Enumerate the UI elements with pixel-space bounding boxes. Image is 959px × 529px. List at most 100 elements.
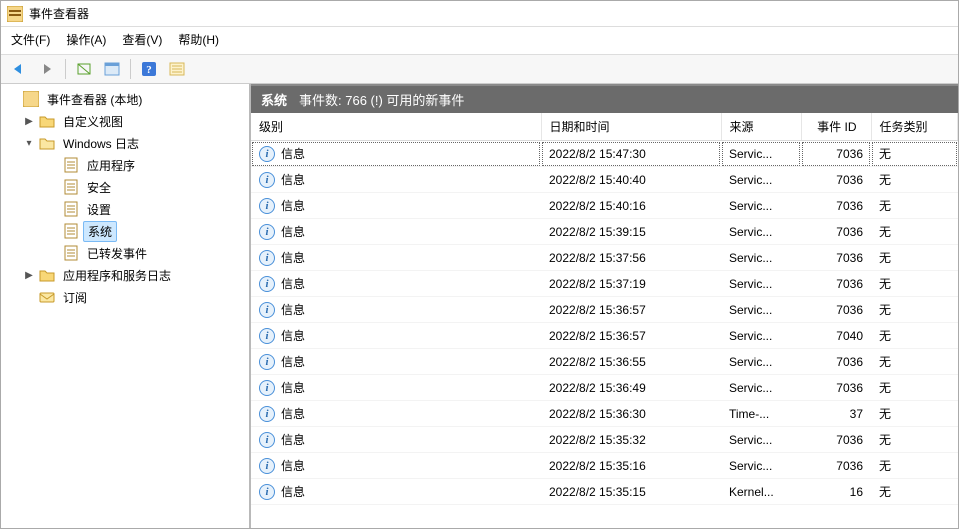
- table-row[interactable]: i信息2022/8/2 15:36:49Servic...7036无: [251, 375, 958, 401]
- info-icon: i: [259, 146, 275, 162]
- menu-action[interactable]: 操作(A): [66, 31, 106, 48]
- level-label: 信息: [281, 223, 305, 240]
- cell-datetime: 2022/8/2 15:37:19: [541, 271, 721, 297]
- menu-file[interactable]: 文件(F): [11, 31, 50, 48]
- table-row[interactable]: i信息2022/8/2 15:37:56Servic...7036无: [251, 245, 958, 271]
- cell-source: Servic...: [721, 323, 801, 349]
- col-level[interactable]: 级别: [251, 113, 541, 141]
- cell-task: 无: [871, 167, 958, 193]
- folder-icon: [39, 267, 55, 283]
- level-label: 信息: [281, 327, 305, 344]
- cell-task: 无: [871, 479, 958, 505]
- level-label: 信息: [281, 353, 305, 370]
- info-icon: i: [259, 302, 275, 318]
- tree-label: 设置: [83, 200, 115, 219]
- tree-label: 已转发事件: [83, 244, 151, 263]
- col-eventid[interactable]: 事件 ID: [801, 113, 871, 141]
- cell-source: Servic...: [721, 297, 801, 323]
- table-row[interactable]: i信息2022/8/2 15:47:30Servic...7036无: [251, 141, 958, 167]
- cell-eventid: 37: [801, 401, 871, 427]
- tree-app-service-logs[interactable]: ▶ 应用程序和服务日志: [3, 264, 247, 286]
- expander-icon[interactable]: ▾: [23, 138, 35, 149]
- table-row[interactable]: i信息2022/8/2 15:36:57Servic...7036无: [251, 297, 958, 323]
- table-row[interactable]: i信息2022/8/2 15:36:30Time-...37无: [251, 401, 958, 427]
- tree-label: 安全: [83, 178, 115, 197]
- table-row[interactable]: i信息2022/8/2 15:36:55Servic...7036无: [251, 349, 958, 375]
- tree-custom-views[interactable]: ▶ 自定义视图: [3, 110, 247, 132]
- info-icon: i: [259, 380, 275, 396]
- tree-subscriptions[interactable]: 订阅: [3, 286, 247, 308]
- info-icon: i: [259, 328, 275, 344]
- cell-task: 无: [871, 375, 958, 401]
- tree-label: 应用程序和服务日志: [59, 266, 175, 285]
- column-header-row[interactable]: 级别 日期和时间 来源 事件 ID 任务类别: [251, 113, 958, 141]
- table-row[interactable]: i信息2022/8/2 15:40:16Servic...7036无: [251, 193, 958, 219]
- table-row[interactable]: i信息2022/8/2 15:37:19Servic...7036无: [251, 271, 958, 297]
- cell-datetime: 2022/8/2 15:36:30: [541, 401, 721, 427]
- table-row[interactable]: i信息2022/8/2 15:36:57Servic...7040无: [251, 323, 958, 349]
- table-row[interactable]: i信息2022/8/2 15:35:15Kernel...16无: [251, 479, 958, 505]
- level-label: 信息: [281, 197, 305, 214]
- menu-help[interactable]: 帮助(H): [178, 31, 219, 48]
- col-source[interactable]: 来源: [721, 113, 801, 141]
- tree-windows-logs[interactable]: ▾ Windows 日志: [3, 132, 247, 154]
- log-icon: [63, 179, 79, 195]
- expander-icon[interactable]: ▶: [23, 116, 35, 127]
- tree-forwarded[interactable]: 已转发事件: [3, 242, 247, 264]
- tree-security[interactable]: 安全: [3, 176, 247, 198]
- tree-setup[interactable]: 设置: [3, 198, 247, 220]
- event-viewer-icon: [23, 91, 39, 107]
- cell-eventid: 7036: [801, 141, 871, 167]
- cell-datetime: 2022/8/2 15:35:32: [541, 427, 721, 453]
- tree-label: 事件查看器 (本地): [43, 90, 146, 109]
- info-icon: i: [259, 406, 275, 422]
- cell-task: 无: [871, 427, 958, 453]
- show-hide-tree-button[interactable]: [72, 58, 96, 80]
- svg-text:?: ?: [146, 64, 152, 76]
- cell-eventid: 16: [801, 479, 871, 505]
- level-label: 信息: [281, 483, 305, 500]
- toolbar-separator: [65, 59, 66, 79]
- tree-application[interactable]: 应用程序: [3, 154, 247, 176]
- cell-source: Servic...: [721, 193, 801, 219]
- level-label: 信息: [281, 457, 305, 474]
- event-grid[interactable]: 级别 日期和时间 来源 事件 ID 任务类别 i信息2022/8/2 15:47…: [251, 113, 958, 528]
- cell-eventid: 7036: [801, 219, 871, 245]
- expander-icon[interactable]: ▶: [23, 270, 35, 281]
- table-row[interactable]: i信息2022/8/2 15:40:40Servic...7036无: [251, 167, 958, 193]
- cell-source: Servic...: [721, 167, 801, 193]
- forward-button[interactable]: [35, 58, 59, 80]
- cell-eventid: 7036: [801, 193, 871, 219]
- info-icon: i: [259, 354, 275, 370]
- tree-system[interactable]: 系统: [3, 220, 247, 242]
- count-label: 事件数: 766 (!) 可用的新事件: [299, 90, 464, 109]
- table-row[interactable]: i信息2022/8/2 15:35:32Servic...7036无: [251, 427, 958, 453]
- info-icon: i: [259, 432, 275, 448]
- cell-eventid: 7040: [801, 323, 871, 349]
- refresh-list-button[interactable]: [165, 58, 189, 80]
- menubar: 文件(F) 操作(A) 查看(V) 帮助(H): [1, 27, 958, 55]
- properties-button[interactable]: [100, 58, 124, 80]
- cell-task: 无: [871, 245, 958, 271]
- log-icon: [63, 201, 79, 217]
- back-button[interactable]: [7, 58, 31, 80]
- scope-label: 系统: [261, 90, 287, 109]
- tree-root[interactable]: 事件查看器 (本地): [3, 88, 247, 110]
- table-row[interactable]: i信息2022/8/2 15:39:15Servic...7036无: [251, 219, 958, 245]
- level-label: 信息: [281, 379, 305, 396]
- level-label: 信息: [281, 171, 305, 188]
- tree-pane[interactable]: 事件查看器 (本地) ▶ 自定义视图 ▾ Windows 日志 应用程序: [1, 84, 251, 528]
- cell-task: 无: [871, 401, 958, 427]
- cell-task: 无: [871, 141, 958, 167]
- cell-source: Kernel...: [721, 479, 801, 505]
- tree-label: 应用程序: [83, 156, 139, 175]
- cell-eventid: 7036: [801, 427, 871, 453]
- toolbar-separator: [130, 59, 131, 79]
- table-row[interactable]: i信息2022/8/2 15:35:16Servic...7036无: [251, 453, 958, 479]
- col-task[interactable]: 任务类别: [871, 113, 958, 141]
- menu-view[interactable]: 查看(V): [122, 31, 162, 48]
- help-button[interactable]: ?: [137, 58, 161, 80]
- col-datetime[interactable]: 日期和时间: [541, 113, 721, 141]
- info-icon: i: [259, 198, 275, 214]
- cell-eventid: 7036: [801, 271, 871, 297]
